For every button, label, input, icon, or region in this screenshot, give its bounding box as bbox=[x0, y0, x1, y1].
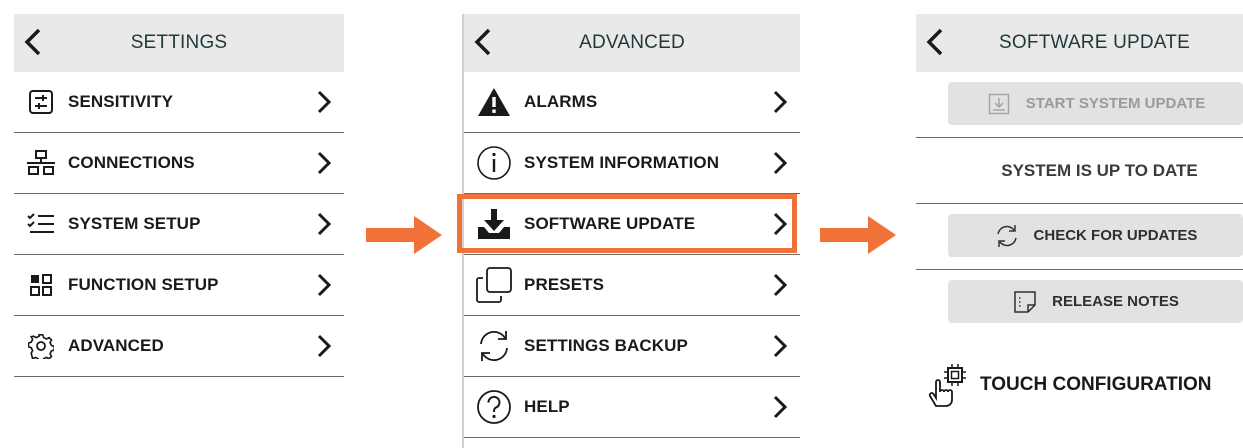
start-system-update-button[interactable]: START SYSTEM UPDATE bbox=[948, 82, 1243, 125]
menu-item-system-information[interactable]: SYSTEM INFORMATION bbox=[464, 133, 800, 194]
chevron-right-icon bbox=[317, 151, 332, 175]
menu-item-label: SYSTEM SETUP bbox=[68, 214, 201, 233]
back-chevron-icon[interactable] bbox=[22, 27, 44, 57]
help-icon bbox=[474, 387, 514, 427]
chevron-right-icon bbox=[773, 151, 788, 175]
menu-item-label: SYSTEM INFORMATION bbox=[524, 153, 720, 172]
button-label: START SYSTEM UPDATE bbox=[1025, 95, 1206, 112]
release-notes-row: RELEASE NOTES bbox=[916, 270, 1243, 335]
selection-highlight bbox=[457, 194, 797, 253]
chevron-right-icon bbox=[317, 273, 332, 297]
advanced-header: ADVANCED bbox=[464, 14, 800, 72]
network-icon bbox=[24, 146, 58, 180]
menu-item-advanced[interactable]: ADVANCED bbox=[14, 316, 344, 377]
menu-item-label: FUNCTION SETUP bbox=[68, 275, 219, 294]
back-chevron-icon[interactable] bbox=[472, 27, 494, 57]
menu-item-system-setup[interactable]: SYSTEM SETUP bbox=[14, 194, 344, 255]
grid-icon bbox=[24, 268, 58, 302]
menu-item-label: SENSITIVITY bbox=[68, 92, 174, 111]
download-box-icon bbox=[986, 91, 1012, 117]
menu-item-settings-backup[interactable]: SETTINGS BACKUP bbox=[464, 316, 800, 377]
chevron-right-icon bbox=[317, 90, 332, 114]
arrow-right-icon bbox=[366, 216, 442, 254]
release-notes-button[interactable]: RELEASE NOTES bbox=[948, 280, 1243, 323]
gear-icon bbox=[24, 329, 58, 363]
checklist-icon bbox=[24, 207, 58, 241]
chevron-right-icon bbox=[317, 334, 332, 358]
copy-icon bbox=[474, 265, 514, 305]
page-title: SETTINGS bbox=[130, 32, 228, 53]
settings-header: SETTINGS bbox=[14, 14, 344, 72]
note-icon bbox=[1012, 289, 1038, 315]
update-status-text: SYSTEM IS UP TO DATE bbox=[1001, 160, 1198, 180]
menu-item-connections[interactable]: CONNECTIONS bbox=[14, 133, 344, 194]
menu-item-alarms[interactable]: ALARMS bbox=[464, 72, 800, 133]
menu-item-label: ALARMS bbox=[524, 92, 598, 111]
warning-icon bbox=[474, 82, 514, 122]
menu-item-help[interactable]: HELP bbox=[464, 377, 800, 438]
touch-chip-icon bbox=[928, 364, 966, 407]
refresh-icon bbox=[994, 223, 1020, 249]
check-updates-row: CHECK FOR UPDATES bbox=[916, 204, 1243, 270]
page-title: SOFTWARE UPDATE bbox=[999, 32, 1190, 53]
chevron-right-icon bbox=[317, 212, 332, 236]
chevron-right-icon bbox=[773, 273, 788, 297]
menu-item-label: HELP bbox=[524, 397, 570, 416]
chevron-right-icon bbox=[773, 90, 788, 114]
menu-item-label: ADVANCED bbox=[68, 336, 164, 355]
software-update-header: SOFTWARE UPDATE bbox=[916, 14, 1243, 72]
arrow-right-icon bbox=[820, 216, 896, 254]
sliders-icon bbox=[24, 85, 58, 119]
menu-item-label: SETTINGS BACKUP bbox=[524, 336, 688, 355]
menu-item-label: PRESETS bbox=[524, 275, 605, 294]
button-label: RELEASE NOTES bbox=[1052, 293, 1179, 310]
info-icon bbox=[474, 143, 514, 183]
menu-item-label: CONNECTIONS bbox=[68, 153, 195, 172]
settings-panel: SETTINGS SENSITIVITY CONNECTIONS SYSTEM … bbox=[14, 14, 344, 448]
chevron-right-icon bbox=[773, 334, 788, 358]
button-label: CHECK FOR UPDATES bbox=[1033, 227, 1198, 244]
software-update-panel: SOFTWARE UPDATE START SYSTEM UPDATE SYST… bbox=[916, 14, 1243, 448]
sync-icon bbox=[474, 326, 514, 366]
menu-item-sensitivity[interactable]: SENSITIVITY bbox=[14, 72, 344, 133]
check-for-updates-button[interactable]: CHECK FOR UPDATES bbox=[948, 214, 1243, 257]
touch-configuration-item[interactable]: TOUCH CONFIGURATION bbox=[916, 350, 1243, 420]
touch-configuration-label: TOUCH CONFIGURATION bbox=[980, 374, 1212, 395]
start-update-row: START SYSTEM UPDATE bbox=[916, 72, 1243, 138]
menu-item-presets[interactable]: PRESETS bbox=[464, 255, 800, 316]
menu-item-function-setup[interactable]: FUNCTION SETUP bbox=[14, 255, 344, 316]
status-row: SYSTEM IS UP TO DATE bbox=[916, 138, 1243, 204]
back-chevron-icon[interactable] bbox=[924, 27, 946, 57]
page-title: ADVANCED bbox=[579, 32, 685, 53]
chevron-right-icon bbox=[773, 395, 788, 419]
